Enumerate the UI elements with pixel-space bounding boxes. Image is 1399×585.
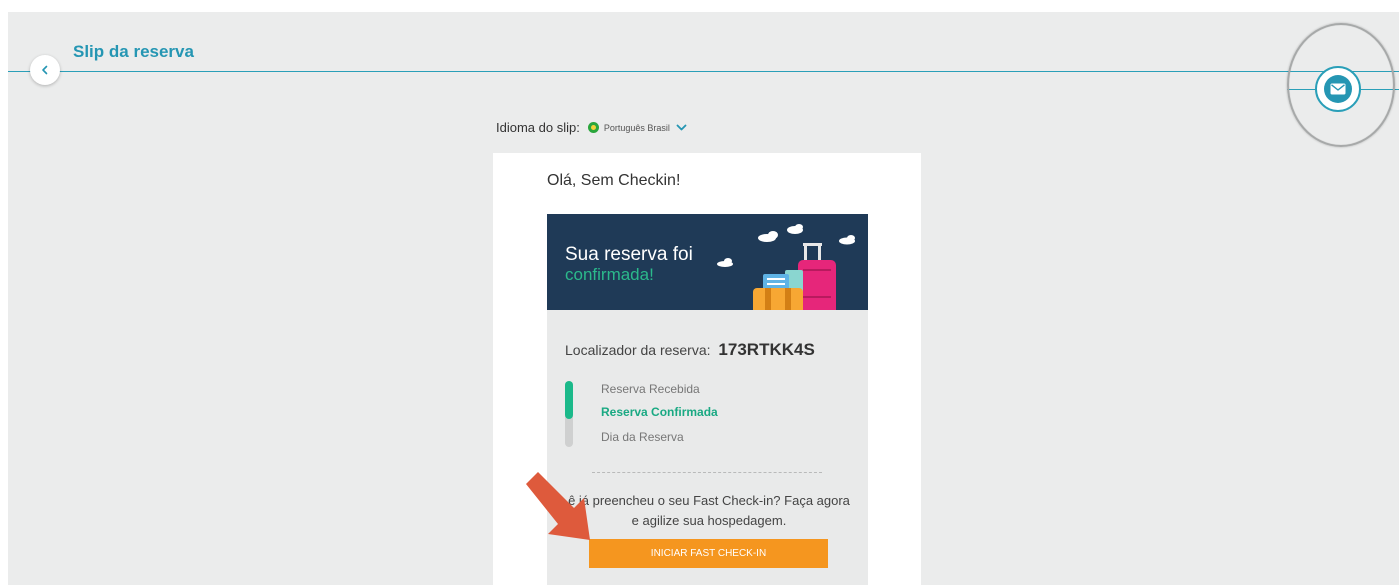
step-reserva-recebida: Reserva Recebida (601, 382, 700, 396)
fast-checkin-prompt: ê já preencheu o seu Fast Check-in? Faça… (568, 493, 850, 528)
header-divider (8, 71, 1399, 72)
back-button[interactable] (30, 55, 60, 85)
banner-title-highlight: confirmada! (565, 265, 654, 284)
send-email-button[interactable] (1315, 66, 1361, 112)
reservation-locator: Localizador da reserva: 173RTKK4S (565, 340, 815, 360)
page-title: Slip da reserva (73, 42, 194, 61)
greeting: Olá, Sem Checkin! (547, 172, 681, 189)
brazil-flag-icon (587, 122, 599, 133)
mail-icon-circle (1324, 75, 1352, 103)
language-selected: Português Brasil (603, 122, 670, 133)
locator-code: 173RTKK4S (718, 340, 815, 359)
chevron-down-icon (676, 124, 687, 130)
language-label: Idioma do slip: (496, 120, 580, 135)
confirmation-banner: Sua reserva foi confirmada! (547, 214, 868, 310)
step-reserva-confirmada: Reserva Confirmada (601, 405, 718, 419)
step-dia-da-reserva: Dia da Reserva (601, 430, 684, 444)
start-fast-checkin-button[interactable]: INICIAR FAST CHECK-IN (589, 539, 828, 568)
section-divider (592, 472, 822, 473)
chevron-left-icon (42, 65, 48, 75)
locator-label: Localizador da reserva: (565, 342, 711, 358)
status-progress-track (565, 381, 573, 447)
language-selector[interactable]: Idioma do slip: Português Brasil (496, 120, 687, 135)
banner-title: Sua reserva foi (565, 244, 693, 265)
mail-icon (1330, 83, 1346, 95)
status-progress-fill (565, 381, 573, 419)
luggage-illustration (717, 224, 855, 310)
arrow-annotation-icon (526, 472, 590, 540)
